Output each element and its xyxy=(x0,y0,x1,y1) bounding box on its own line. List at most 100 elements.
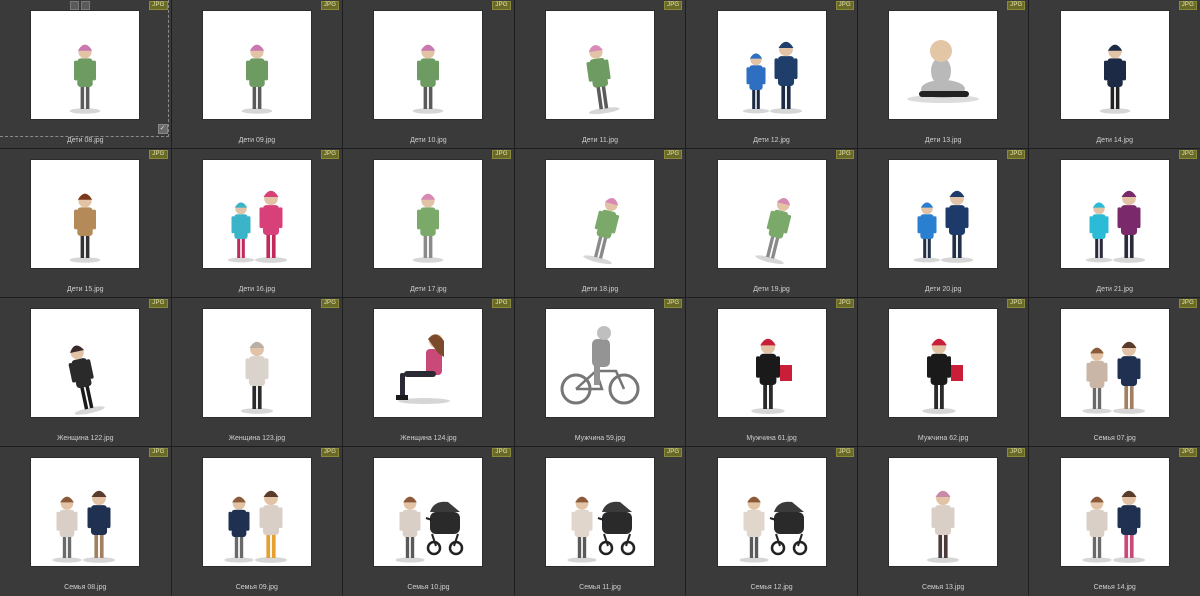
file-name-label: Дети 19.jpg xyxy=(753,286,790,293)
thumbnail-image[interactable] xyxy=(202,458,311,566)
thumbnail-item[interactable]: JPG Дети 12.jpg xyxy=(686,0,857,148)
file-name-label: Семья 12.jpg xyxy=(750,584,793,591)
thumbnail-image[interactable] xyxy=(202,160,311,268)
thumbnail-image[interactable] xyxy=(889,309,998,417)
file-name-label: Дети 13.jpg xyxy=(924,137,962,144)
thumbnail-item[interactable]: JPG Мужчина 59.jpg xyxy=(514,298,686,446)
selection-tools xyxy=(70,1,90,10)
thumbnail-image[interactable] xyxy=(545,309,654,417)
file-type-badge: JPG xyxy=(835,150,854,159)
file-type-badge: JPG xyxy=(664,299,683,308)
file-type-badge: JPG xyxy=(1007,1,1026,10)
thumbnail-image[interactable] xyxy=(717,11,826,119)
thumbnail-image[interactable] xyxy=(717,458,826,566)
file-name-label: Дети 10.jpg xyxy=(410,137,447,144)
thumbnail-item[interactable]: JPG Семья 12.jpg xyxy=(686,447,857,596)
thumbnail-image[interactable] xyxy=(374,11,483,119)
file-name-label: Женщина 124.jpg xyxy=(400,435,457,442)
thumbnail-item[interactable]: JPG Семья 13.jpg xyxy=(857,447,1029,596)
file-type-badge: JPG xyxy=(1178,448,1197,457)
file-name-label: Дети 18.jpg xyxy=(581,286,619,293)
file-name-label: Мужчина 59.jpg xyxy=(574,435,626,442)
thumbnail-image[interactable] xyxy=(717,160,826,268)
thumbnail-item[interactable]: JPG Дети 08.jpg ✓ xyxy=(0,0,171,148)
file-name-label: Дети 09.jpg xyxy=(238,137,276,144)
thumbnail-grid: JPG Дети 08.jpg ✓ JPG Дети 09.jpg JPG Дети … xyxy=(0,0,1200,596)
thumbnail-image[interactable] xyxy=(1060,11,1169,119)
thumbnail-item[interactable]: JPG Дети 11.jpg xyxy=(514,0,686,148)
thumbnail-item[interactable]: JPG Семья 09.jpg xyxy=(171,447,343,596)
thumbnail-item[interactable]: JPG Женщина 123.jpg xyxy=(171,298,343,446)
thumbnail-item[interactable]: JPG Дети 10.jpg xyxy=(343,0,514,148)
file-type-badge: JPG xyxy=(664,150,683,159)
file-name-label: Дети 15.jpg xyxy=(67,286,104,293)
file-name-label: Дети 16.jpg xyxy=(238,286,276,293)
file-type-badge: JPG xyxy=(320,299,340,308)
file-type-badge: JPG xyxy=(835,1,854,10)
thumbnail-item[interactable]: JPG Семья 07.jpg xyxy=(1029,298,1200,446)
thumbnail-image[interactable] xyxy=(545,458,654,566)
thumbnail-item[interactable]: JPG Семья 10.jpg xyxy=(343,447,514,596)
thumbnail-image[interactable] xyxy=(374,458,483,566)
thumbnail-image[interactable] xyxy=(1060,160,1169,268)
thumbnail-image[interactable] xyxy=(1060,309,1169,417)
thumbnail-item[interactable]: JPG Семья 11.jpg xyxy=(514,447,686,596)
thumbnail-image[interactable] xyxy=(889,160,998,268)
thumbnail-image[interactable] xyxy=(374,160,483,268)
thumbnail-image[interactable] xyxy=(31,11,140,119)
thumbnail-image[interactable] xyxy=(31,309,140,417)
file-type-badge: JPG xyxy=(492,1,511,10)
file-name-label: Женщина 123.jpg xyxy=(228,435,286,442)
thumbnail-item[interactable]: JPG Дети 16.jpg xyxy=(171,149,343,297)
thumbnail-image[interactable] xyxy=(31,160,140,268)
thumbnail-item[interactable]: JPG Мужчина 61.jpg xyxy=(686,298,857,446)
thumbnail-item[interactable]: JPG Дети 18.jpg xyxy=(514,149,686,297)
thumbnail-item[interactable]: JPG Дети 15.jpg xyxy=(0,149,171,297)
thumbnail-item[interactable]: JPG Дети 09.jpg xyxy=(171,0,343,148)
file-type-badge: JPG xyxy=(149,299,168,308)
thumbnail-image[interactable] xyxy=(374,309,483,417)
thumbnail-item[interactable]: JPG Дети 20.jpg xyxy=(857,149,1029,297)
file-type-badge: JPG xyxy=(1178,150,1197,159)
thumbnail-image[interactable] xyxy=(202,309,311,417)
thumbnail-item[interactable]: JPG Женщина 124.jpg xyxy=(343,298,514,446)
file-type-badge: JPG xyxy=(1178,299,1197,308)
file-type-badge: JPG xyxy=(320,448,340,457)
thumbnail-image[interactable] xyxy=(545,11,654,119)
file-type-badge: JPG xyxy=(492,299,511,308)
file-name-label: Семья 14.jpg xyxy=(1093,584,1136,591)
thumbnail-item[interactable]: JPG Семья 08.jpg xyxy=(0,447,171,596)
thumbnail-item[interactable]: JPG Дети 19.jpg xyxy=(686,149,857,297)
file-type-badge: JPG xyxy=(320,1,340,10)
thumbnail-item[interactable]: JPG Мужчина 62.jpg xyxy=(857,298,1029,446)
thumbnail-item[interactable]: JPG Семья 14.jpg xyxy=(1029,447,1200,596)
thumbnail-image[interactable] xyxy=(31,458,140,566)
thumbnail-item[interactable]: JPG Дети 17.jpg xyxy=(343,149,514,297)
file-type-badge: JPG xyxy=(1007,448,1026,457)
file-name-label: Мужчина 62.jpg xyxy=(917,435,969,442)
thumbnail-item[interactable]: JPG Дети 13.jpg xyxy=(857,0,1029,148)
thumbnail-image[interactable] xyxy=(889,458,998,566)
file-type-badge: JPG xyxy=(664,448,683,457)
thumbnail-image[interactable] xyxy=(1060,458,1169,566)
file-name-label: Семья 10.jpg xyxy=(407,584,450,591)
thumbnail-item[interactable]: JPG Дети 14.jpg xyxy=(1029,0,1200,148)
file-type-badge: JPG xyxy=(1178,1,1197,10)
file-type-badge: JPG xyxy=(835,448,854,457)
edit-icon[interactable] xyxy=(81,1,90,10)
thumbnail-item[interactable]: JPG Женщина 122.jpg xyxy=(0,298,171,446)
file-type-badge: JPG xyxy=(149,448,168,457)
rotate-icon[interactable] xyxy=(70,1,79,10)
file-type-badge: JPG xyxy=(835,299,854,308)
file-type-badge: JPG xyxy=(149,150,168,159)
file-type-badge: JPG xyxy=(492,150,511,159)
thumbnail-image[interactable] xyxy=(545,160,654,268)
thumbnail-image[interactable] xyxy=(889,11,998,119)
thumbnail-item[interactable]: JPG Дети 21.jpg xyxy=(1029,149,1200,297)
checkmark-icon[interactable]: ✓ xyxy=(157,124,168,134)
thumbnail-image[interactable] xyxy=(717,309,826,417)
file-name-label: Дети 11.jpg xyxy=(581,137,618,144)
thumbnail-image[interactable] xyxy=(202,11,311,119)
file-name-label: Дети 17.jpg xyxy=(410,286,447,293)
file-name-label: Дети 21.jpg xyxy=(1096,286,1133,293)
